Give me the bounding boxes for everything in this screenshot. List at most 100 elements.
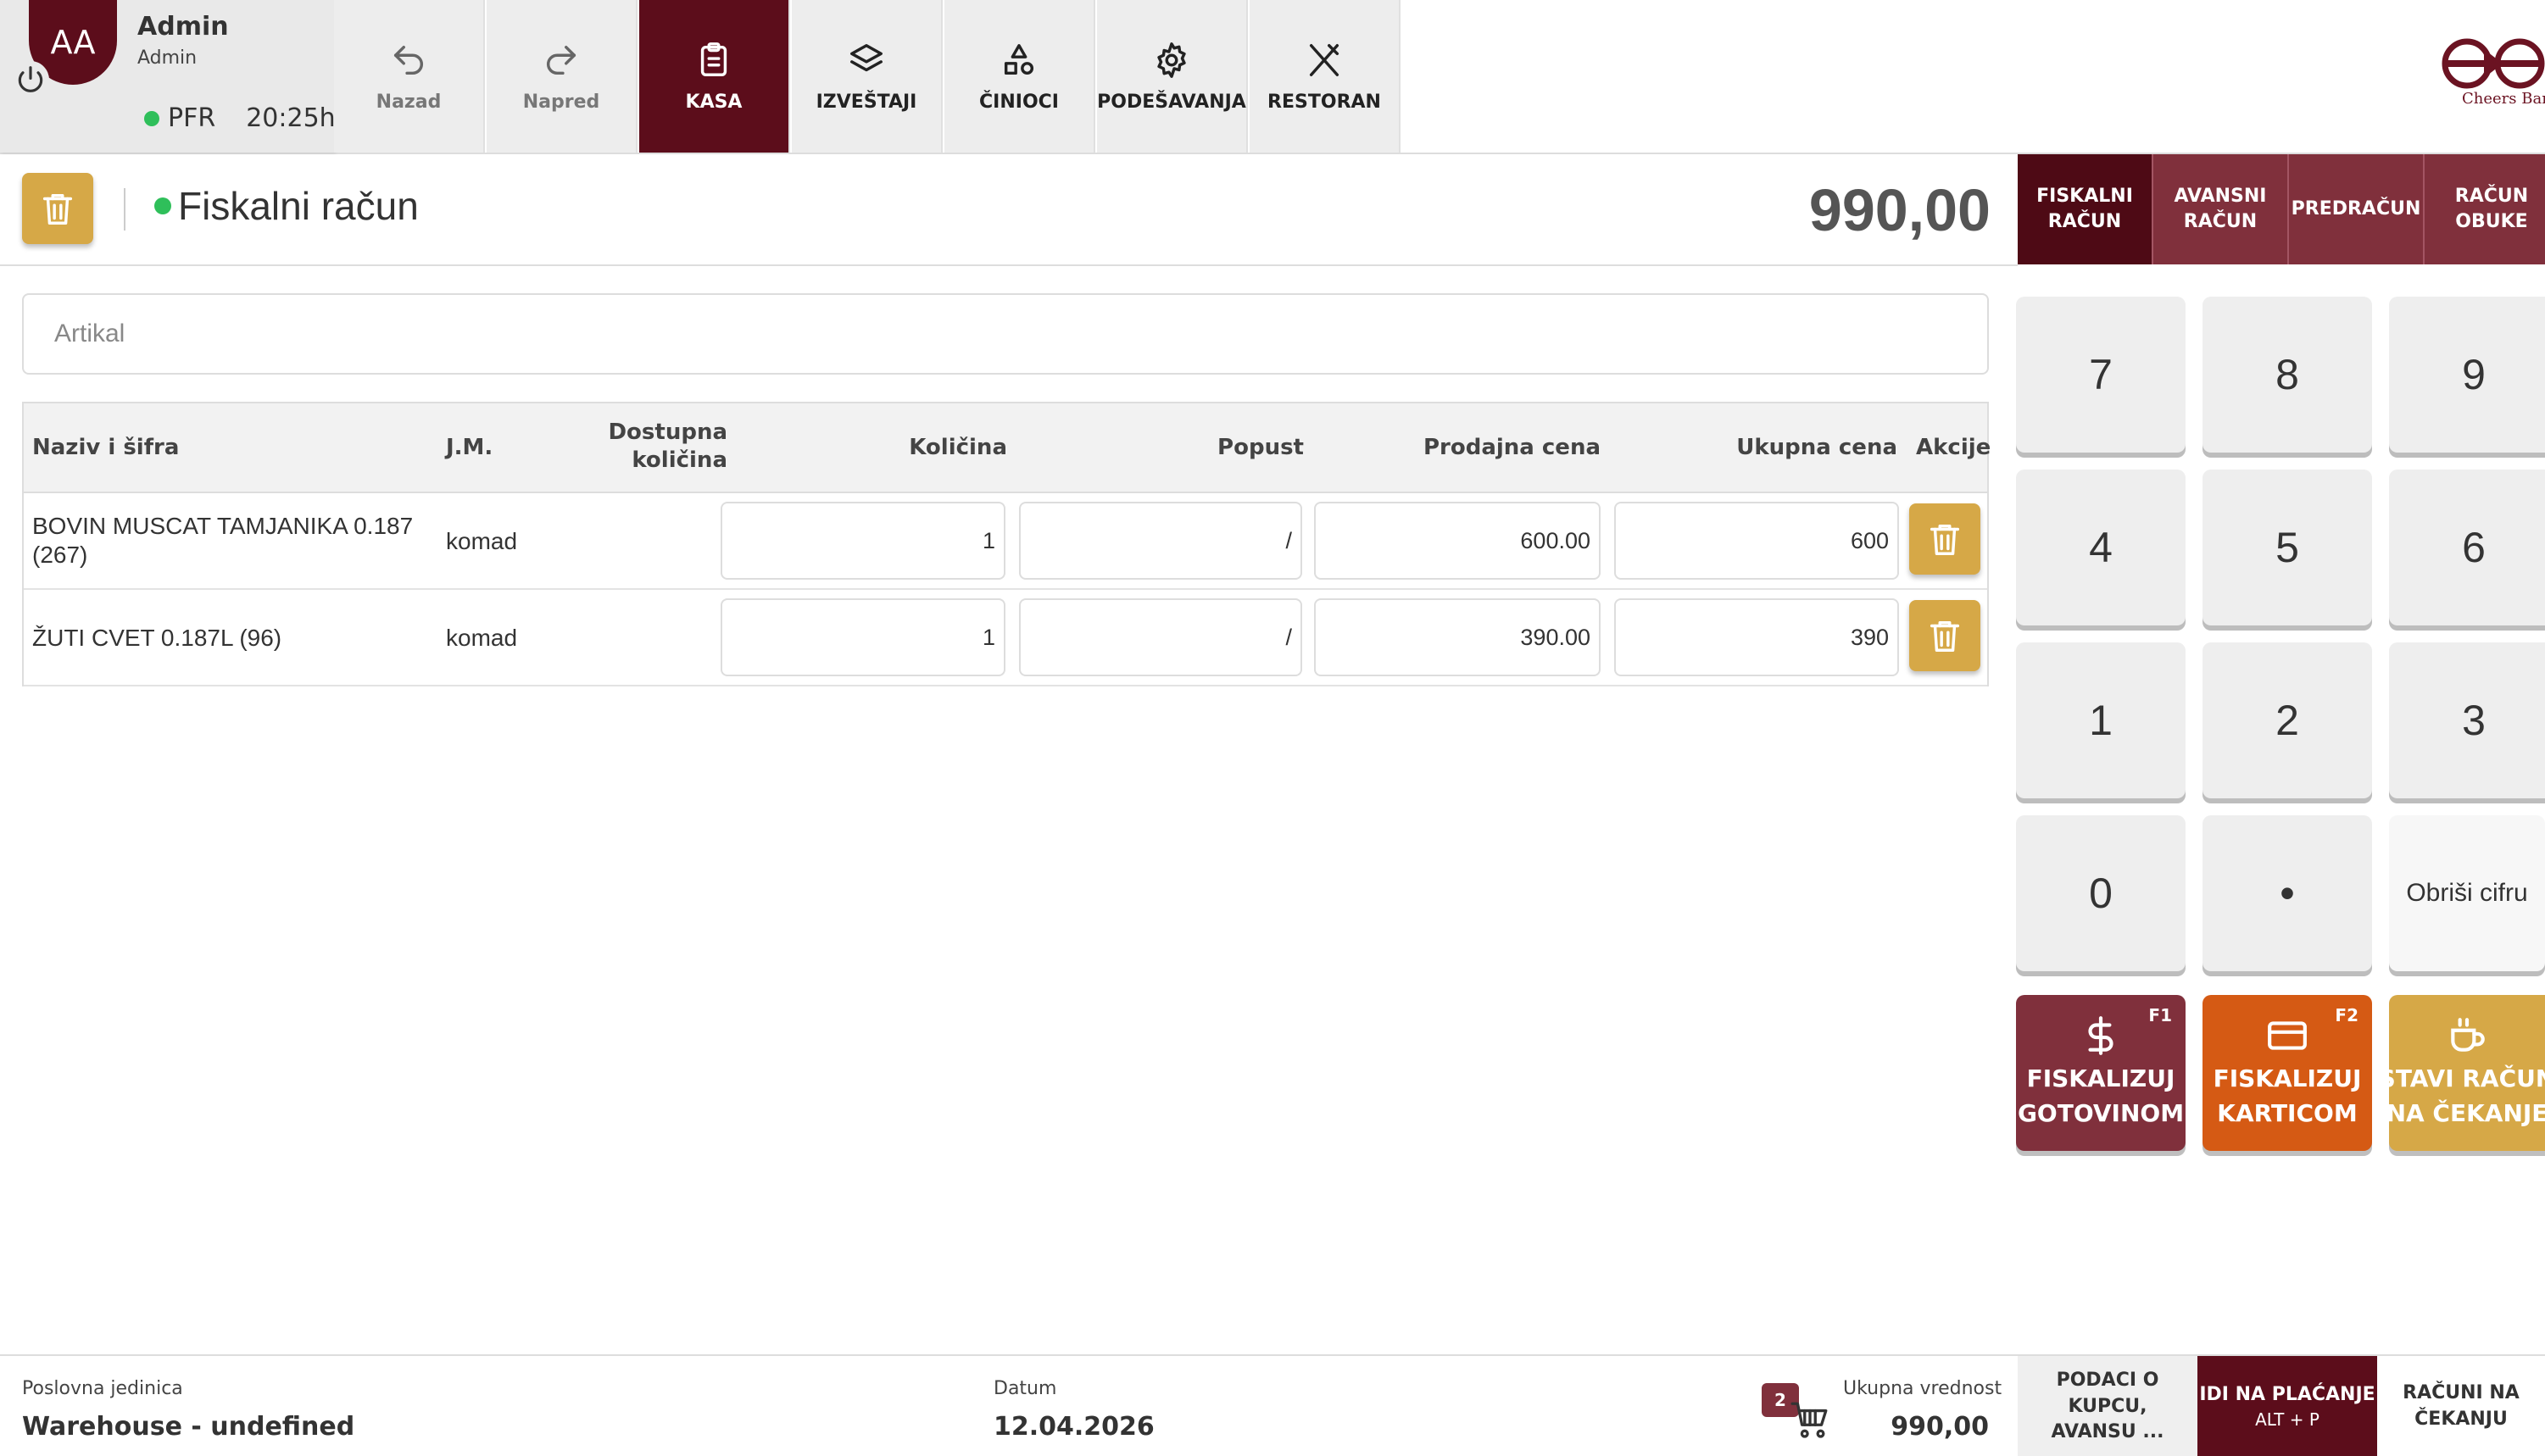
article-search-input[interactable] [22,293,1989,375]
coffee-cup-icon [2451,1018,2485,1053]
nav-reports-button[interactable]: IZVEŠTAJI [792,0,943,153]
nav-kasa-button[interactable]: KASA [639,0,790,153]
receipt-header: Fiskalni račun 990,00 [0,154,2018,266]
nav-label: ČINIOCI [979,91,1059,113]
total-input[interactable] [1614,598,1899,676]
total-input[interactable] [1614,502,1899,580]
nav-label: Napred [522,91,600,113]
trash-icon [1930,524,1960,555]
key-6[interactable]: 6 [2389,470,2545,625]
divider [124,188,125,231]
held-receipts-button[interactable]: RAČUNI NA ČEKANJU [2377,1356,2545,1456]
nav-label: KASA [685,91,743,113]
trash-icon [1930,620,1960,652]
item-name: BOVIN MUSCAT TAMJANIKA 0.187 (267) [32,513,414,568]
key-4[interactable]: 4 [2016,470,2186,625]
key-9[interactable]: 9 [2389,297,2545,453]
price-input[interactable] [1314,502,1601,580]
date-label: Datum [994,1378,1057,1399]
go-to-payment-button[interactable]: IDI NA PLAĆANJE ALT + P [2197,1356,2377,1456]
user-role: Admin [137,47,198,69]
tab-label: FISKALNI RAČUN [2036,186,2133,232]
clear-receipt-button[interactable] [22,173,93,244]
date-value: 12.04.2026 [994,1412,1155,1442]
item-unit: komad [446,528,518,554]
quantity-input[interactable] [721,502,1005,580]
total-value: 990,00 [1891,1412,1989,1442]
discount-input[interactable] [1019,502,1302,580]
tab-label: PREDRAČUN [2291,198,2421,220]
fiscalize-card-button[interactable]: F2 FISKALIZUJ KARTICOM [2203,995,2372,1151]
nav-settings-button[interactable]: PODEŠAVANJA [1097,0,1248,153]
key-5[interactable]: 5 [2203,470,2372,625]
user-panel: AA Admin Admin PFR 20:25h [0,0,336,153]
header-qty: Količina [909,435,1007,460]
key-8[interactable]: 8 [2203,297,2372,453]
button-label: PODACI O KUPCU, [2056,1369,2159,1417]
nav-forward-button[interactable]: Napred [487,0,638,153]
redo-icon [547,45,576,75]
key-7[interactable]: 7 [2016,297,2186,453]
discount-input[interactable] [1019,598,1302,676]
gear-icon [1157,42,1186,78]
key-1[interactable]: 1 [2016,642,2186,798]
tab-fiscal-receipt[interactable]: FISKALNI RAČUN [2018,154,2153,264]
top-bar: AA Admin Admin PFR 20:25h Nazad Napred K… [0,0,2545,154]
undo-icon [393,45,423,75]
nav-label: IZVEŠTAJI [816,91,917,113]
key-2[interactable]: 2 [2203,642,2372,798]
table-row: ŽUTI CVET 0.187L (96) komad / [24,590,1987,686]
header-price: Prodajna cena [1423,435,1601,460]
dollar-icon [2088,1016,2113,1056]
table-header: Naziv i šifra J.M. Dostupna količina Koli… [24,403,1991,493]
button-label: RAČUNI NA [2403,1382,2520,1404]
put-on-hold-button[interactable]: STAVI RAČUNNA ČEKANJE [2389,995,2545,1151]
pfr-status: PFR 20:25h [144,103,336,133]
tab-proforma[interactable]: PREDRAČUN [2289,154,2425,264]
nav-back-button[interactable]: Nazad [334,0,485,153]
remove-item-button[interactable] [1909,503,1980,575]
nav-factors-button[interactable]: ČINIOCI [944,0,1095,153]
tab-label: RAČUN OBUKE [2454,186,2529,232]
item-available: / [668,527,727,556]
shapes-icon [1004,43,1034,75]
item-unit: komad [446,625,518,651]
brand-name: Cheers Bar [2462,90,2545,108]
shopping-cart-icon[interactable] [1789,1398,1831,1441]
price-input[interactable] [1314,598,1601,676]
business-unit-value: Warehouse - undefined [22,1412,355,1442]
tab-training-receipt[interactable]: RAČUN OBUKE [2425,154,2545,264]
button-label: STAVI RAČUNNA ČEKANJE [2389,1064,2545,1127]
shortcut-label: F2 [2335,1005,2358,1025]
clock-time: 20:25h [246,103,336,133]
table-row: BOVIN MUSCAT TAMJANIKA 0.187 (267) komad… [24,493,1987,590]
footer-bar: Poslovna jedinica Warehouse - undefined … [0,1354,2545,1456]
key-0[interactable]: 0 [2016,815,2186,971]
item-name: ŽUTI CVET 0.187L (96) [32,625,282,651]
user-name: Admin [137,12,229,42]
header-total: Ukupna cena [1736,435,1897,460]
fiscalize-cash-button[interactable]: F1 FISKALIZUJ GOTOVINOM [2016,995,2186,1151]
quantity-input[interactable] [721,598,1005,676]
nav-restaurant-button[interactable]: RESTORAN [1250,0,1401,153]
power-icon[interactable] [12,61,49,98]
delete-digit-button[interactable]: Obriši cifru [2389,815,2545,971]
trash-icon [42,193,73,225]
key-decimal[interactable]: • [2203,815,2372,971]
total-value-label: Ukupna vrednost [1843,1378,2002,1399]
remove-item-button[interactable] [1909,600,1980,671]
status-dot [154,197,171,214]
status-dot [144,110,159,126]
shortcut-label: ALT + P [2255,1409,2319,1431]
button-label: FISKALIZUJ GOTOVINOM [2017,1064,2185,1127]
header-actions: Akcije [1916,435,1991,460]
tab-advance-receipt[interactable]: AVANSNI RAČUN [2153,154,2289,264]
customer-details-button[interactable]: PODACI O KUPCU, AVANSU ... [2018,1356,2197,1456]
shortcut-label: F1 [2148,1005,2172,1025]
document-type-tabs: FISKALNI RAČUN AVANSNI RAČUN PREDRAČUN RAČ… [2018,154,2545,266]
pfr-label: PFR [168,103,216,133]
tab-label: AVANSNI RAČUN [2174,186,2267,232]
key-3[interactable]: 3 [2389,642,2545,798]
header-unit: J.M. [446,435,493,460]
items-table: Naziv i šifra J.M. Dostupna količina Koli… [22,402,1991,686]
